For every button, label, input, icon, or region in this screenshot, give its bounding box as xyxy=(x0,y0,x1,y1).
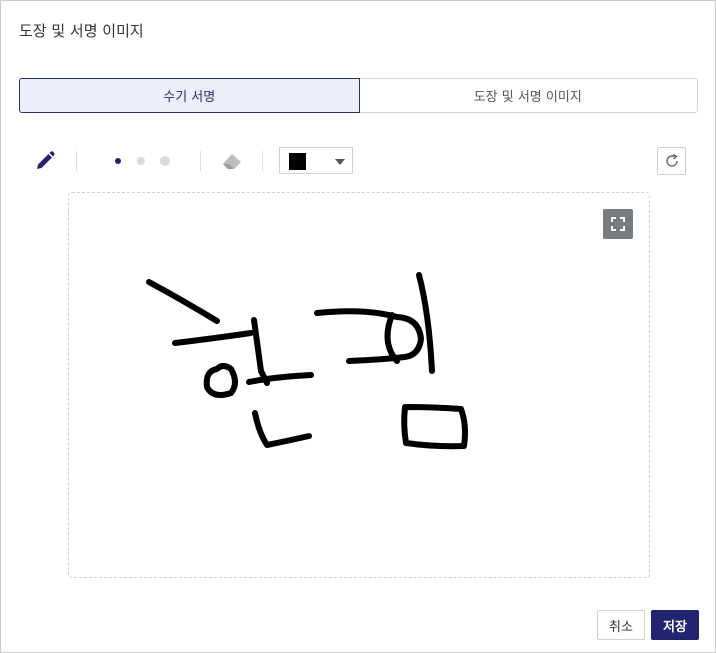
color-swatch xyxy=(289,153,306,170)
signature-tabs: 수기 서명 도장 및 서명 이미지 xyxy=(19,78,698,113)
tab-handwritten-signature[interactable]: 수기 서명 xyxy=(19,78,360,113)
cancel-button[interactable]: 취소 xyxy=(597,610,645,640)
toolbar-divider xyxy=(200,151,201,171)
refresh-icon xyxy=(665,153,678,167)
brush-size-small[interactable] xyxy=(115,158,121,164)
pencil-icon[interactable] xyxy=(33,149,57,173)
drawing-toolbar xyxy=(31,147,691,175)
toolbar-divider xyxy=(262,151,263,171)
dialog-title: 도장 및 서명 이미지 xyxy=(19,22,144,40)
eraser-icon[interactable] xyxy=(219,149,245,173)
handwritten-signature-drawing xyxy=(146,272,468,450)
tab-stamp-signature-image[interactable]: 도장 및 서명 이미지 xyxy=(359,79,698,112)
refresh-button[interactable] xyxy=(657,147,686,175)
signature-dialog: 도장 및 서명 이미지 수기 서명 도장 및 서명 이미지 취소 저장 xyxy=(0,0,716,653)
signature-canvas[interactable] xyxy=(68,192,650,578)
brush-size-medium[interactable] xyxy=(137,157,145,165)
save-button[interactable]: 저장 xyxy=(651,610,699,640)
brush-size-large[interactable] xyxy=(160,156,170,166)
chevron-down-icon xyxy=(335,159,345,165)
toolbar-divider xyxy=(76,151,77,171)
color-select[interactable] xyxy=(279,147,353,174)
